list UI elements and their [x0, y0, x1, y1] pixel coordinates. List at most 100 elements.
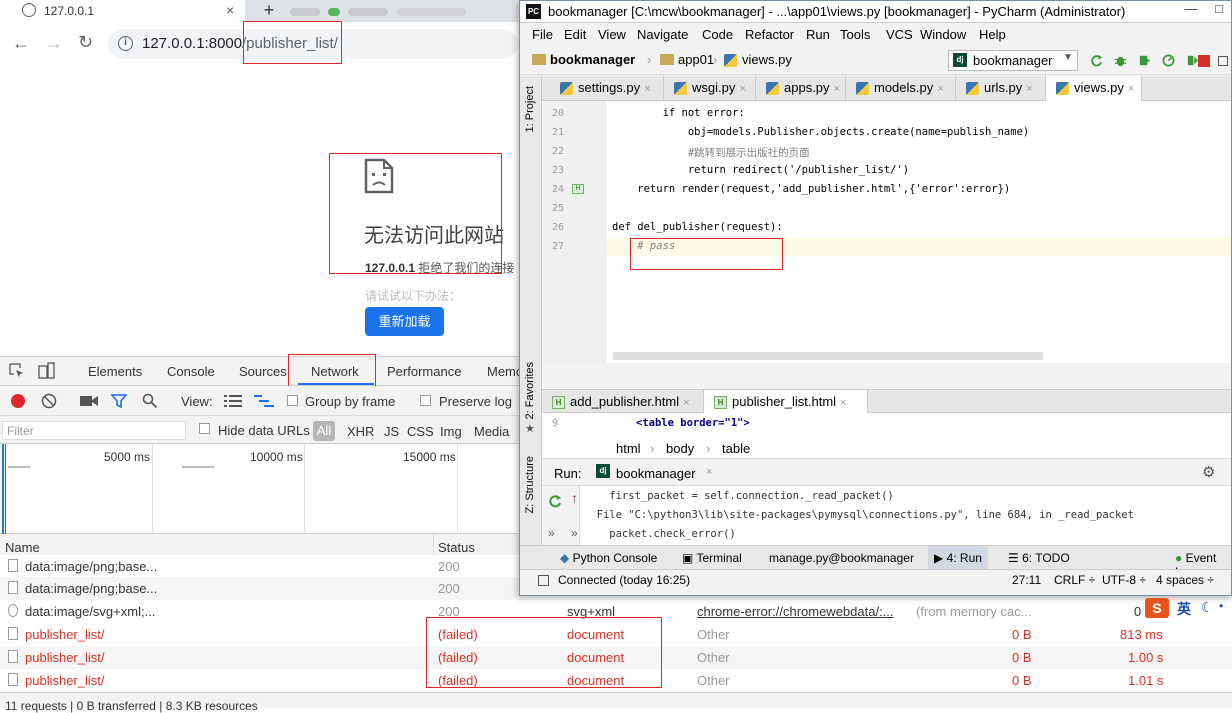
reload-icon[interactable]: ↻ — [78, 32, 93, 53]
tab-views-py[interactable]: views.py × — [1046, 76, 1142, 101]
list-view-icon[interactable] — [224, 395, 242, 407]
close-icon[interactable]: × — [1026, 83, 1032, 95]
close-icon[interactable]: × — [937, 83, 943, 95]
close-icon[interactable]: × — [644, 83, 650, 95]
inspect-icon[interactable] — [9, 363, 25, 379]
tab-performance[interactable]: Performance — [387, 364, 461, 379]
menu-window[interactable]: Window — [920, 27, 966, 42]
filter-img[interactable]: Img — [440, 424, 462, 439]
python-console-button[interactable]: ◆ Python Console — [560, 551, 657, 565]
profile-icon[interactable] — [1162, 54, 1175, 67]
camera-icon[interactable] — [80, 395, 98, 407]
structure-tool-button[interactable]: Z: Structure — [524, 456, 536, 513]
filter-all[interactable]: All — [313, 421, 335, 441]
menu-edit[interactable]: Edit — [564, 27, 586, 42]
minimize-button[interactable]: — — [1176, 1, 1206, 19]
tab-settings-py[interactable]: settings.py × — [550, 76, 664, 101]
request-initiator[interactable]: chrome-error://chromewebdata/:... — [697, 604, 902, 619]
project-tool-button[interactable]: 1: Project — [524, 86, 536, 132]
tab-apps-py[interactable]: apps.py × — [756, 76, 846, 101]
stop-icon[interactable] — [1198, 55, 1210, 67]
breadcrumb-project[interactable]: bookmanager — [532, 52, 635, 67]
tab-wsgi-py[interactable]: wsgi.py × — [664, 76, 756, 101]
network-overview[interactable]: 5000 ms 10000 ms 15000 ms — [0, 444, 520, 534]
tab-sources[interactable]: Sources — [239, 364, 287, 379]
expand-icon[interactable]: » — [548, 526, 555, 540]
tag-crumb-table[interactable]: table — [722, 441, 750, 456]
menu-navigate[interactable]: Navigate — [637, 27, 688, 42]
todo-button[interactable]: ☰ 6: TODO — [1008, 551, 1070, 565]
terminal-button[interactable]: ▣ Terminal — [682, 551, 742, 565]
hide-data-urls-checkbox[interactable] — [199, 423, 210, 434]
menu-view[interactable]: View — [598, 27, 626, 42]
forward-button[interactable]: → — [45, 33, 63, 54]
manage-py-button[interactable]: manage.py@bookmanager — [769, 551, 914, 565]
record-icon[interactable] — [11, 394, 25, 408]
menu-help[interactable]: Help — [979, 27, 1006, 42]
tag-crumb-body[interactable]: body — [666, 441, 694, 456]
rerun-icon[interactable] — [1090, 54, 1103, 67]
search-icon[interactable] — [142, 393, 158, 409]
column-name[interactable]: Name — [5, 540, 40, 555]
new-tab-button[interactable]: + — [258, 0, 280, 20]
breadcrumb-file[interactable]: views.py — [742, 52, 792, 67]
breadcrumb-folder[interactable]: app01 — [660, 52, 714, 67]
expand-icon[interactable]: » — [571, 526, 578, 540]
close-tab-icon[interactable]: × — [226, 2, 234, 18]
tab-console[interactable]: Console — [167, 364, 215, 379]
run-console[interactable]: first_packet = self.connection._read_pac… — [580, 486, 1231, 545]
gear-icon[interactable]: ⚙ — [1202, 463, 1215, 481]
menu-tools[interactable]: Tools — [840, 27, 870, 42]
scroll-up-icon[interactable]: ↑ — [571, 490, 578, 506]
reload-button[interactable]: 重新加载 — [365, 307, 444, 336]
coverage-icon[interactable] — [1138, 54, 1151, 67]
caret-position[interactable]: 27:11 — [1012, 573, 1041, 587]
tab-publisher-list-html[interactable]: Hpublisher_list.html × — [704, 390, 868, 413]
browser-tab[interactable] — [0, 0, 245, 22]
tag-crumb-html[interactable]: html — [616, 441, 641, 456]
template-editor[interactable]: 9 <table border="1"> — [542, 413, 1231, 437]
close-icon[interactable]: × — [840, 397, 846, 409]
menu-code[interactable]: Code — [702, 27, 733, 42]
menu-vcs[interactable]: VCS — [886, 27, 913, 42]
waterfall-view-icon[interactable] — [254, 395, 274, 407]
run-tab-label[interactable]: bookmanager — [616, 466, 696, 481]
group-by-frame-checkbox[interactable] — [287, 395, 298, 406]
filter-xhr[interactable]: XHR — [347, 424, 374, 439]
indent-setting[interactable]: 4 spaces ÷ — [1156, 573, 1214, 587]
info-icon[interactable]: i — [118, 36, 133, 51]
debug-icon[interactable] — [1114, 54, 1127, 67]
tab-elements[interactable]: Elements — [88, 364, 142, 379]
tab-urls-py[interactable]: urls.py × — [956, 76, 1046, 101]
close-icon[interactable]: × — [834, 83, 840, 95]
menu-file[interactable]: File — [532, 27, 553, 42]
clear-icon[interactable] — [41, 393, 57, 409]
close-icon[interactable]: × — [739, 83, 745, 95]
back-button[interactable]: ← — [12, 33, 30, 54]
filter-input[interactable]: Filter — [2, 421, 186, 440]
filter-media[interactable]: Media — [474, 424, 509, 439]
close-icon[interactable]: × — [683, 397, 689, 409]
punctuation-icon[interactable]: • — [1219, 599, 1223, 613]
menu-refactor[interactable]: Refactor — [745, 27, 794, 42]
preserve-log-checkbox[interactable] — [420, 395, 431, 406]
column-status[interactable]: Status — [438, 540, 475, 555]
filter-js[interactable]: JS — [384, 424, 399, 439]
filter-css[interactable]: CSS — [407, 424, 434, 439]
file-encoding[interactable]: UTF-8 ÷ — [1102, 573, 1146, 587]
ime-language[interactable]: 英 — [1177, 599, 1191, 619]
moon-icon[interactable]: ☾ — [1201, 599, 1214, 616]
device-toolbar-icon[interactable] — [38, 362, 56, 380]
layout-icon[interactable] — [1218, 56, 1228, 66]
close-icon[interactable]: × — [1128, 83, 1134, 95]
maximize-button[interactable]: □ — [1204, 1, 1232, 19]
line-separator[interactable]: CRLF ÷ — [1054, 573, 1095, 587]
tab-add-publisher-html[interactable]: Hadd_publisher.html × — [542, 390, 704, 413]
filter-icon[interactable] — [111, 394, 127, 408]
menu-run[interactable]: Run — [806, 27, 830, 42]
background-tabs[interactable] — [290, 4, 515, 18]
horizontal-scrollbar[interactable] — [613, 352, 1043, 360]
run-tool-button[interactable]: ▶ 4: Run — [928, 546, 988, 570]
toggle-icon[interactable] — [538, 575, 549, 586]
rerun-icon[interactable] — [548, 494, 562, 508]
